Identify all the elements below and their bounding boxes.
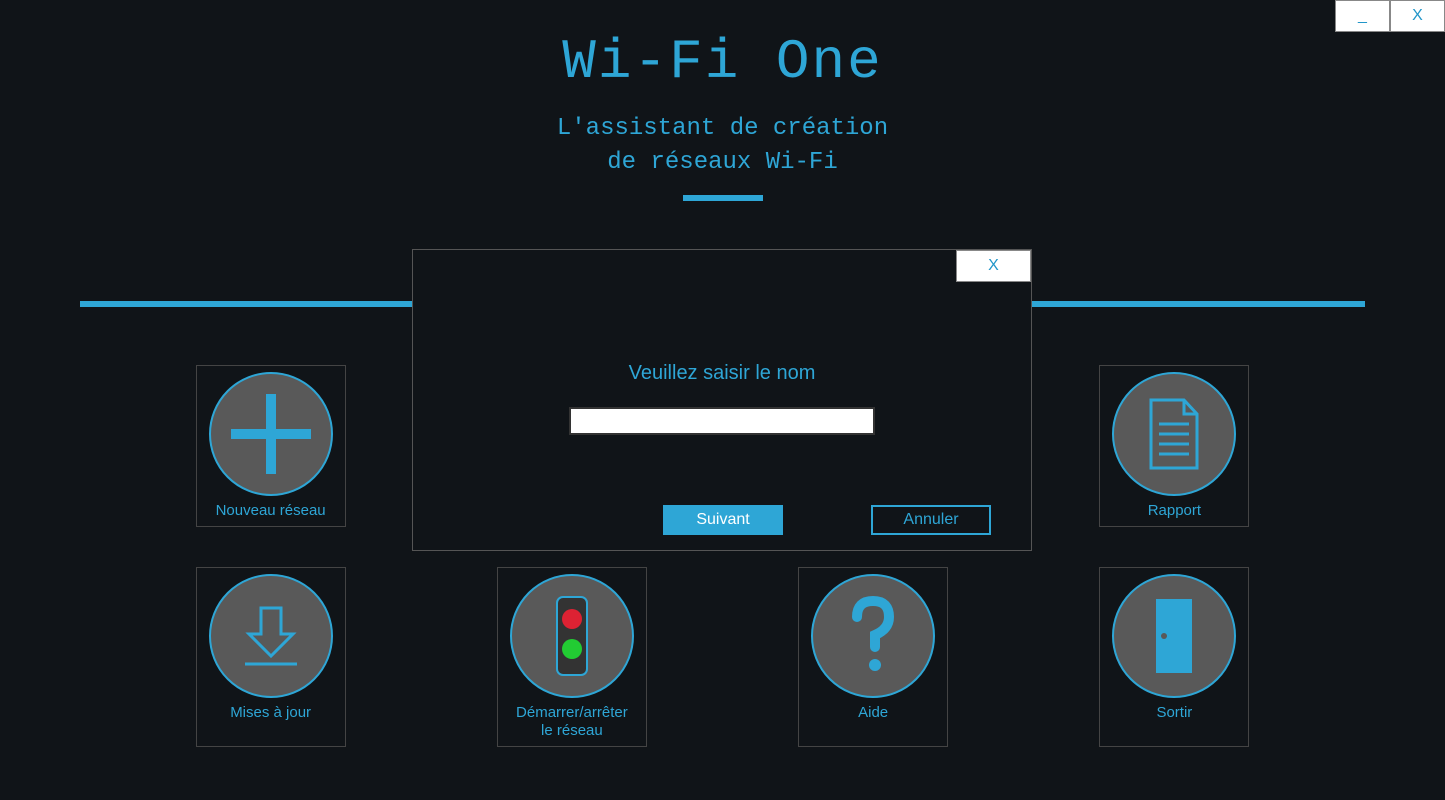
card-report[interactable]: Rapport	[1099, 365, 1249, 527]
document-icon	[1112, 372, 1236, 496]
name-dialog: X Veuillez saisir le nom Suivant Annuler	[412, 249, 1032, 551]
traffic-light-icon	[510, 574, 634, 698]
minimize-button[interactable]: _	[1335, 0, 1390, 32]
question-icon	[811, 574, 935, 698]
subtitle-line-2: de réseaux Wi-Fi	[607, 149, 837, 176]
cancel-button[interactable]: Annuler	[871, 505, 991, 535]
app-subtitle: L'assistant de création de réseaux Wi-Fi	[0, 112, 1445, 179]
card-label: Aide	[858, 704, 888, 722]
door-icon	[1112, 574, 1236, 698]
dialog-prompt: Veuillez saisir le nom	[413, 362, 1031, 385]
card-label: Nouveau réseau	[216, 502, 326, 520]
dialog-button-row: Suivant Annuler	[413, 505, 1031, 535]
card-new-network[interactable]: Nouveau réseau	[196, 365, 346, 527]
card-exit[interactable]: Sortir	[1099, 567, 1249, 747]
subtitle-line-1: L'assistant de création	[557, 115, 888, 142]
card-start-stop[interactable]: Démarrer/arrêter le réseau	[497, 567, 647, 747]
card-help[interactable]: Aide	[798, 567, 948, 747]
window-close-button[interactable]: X	[1390, 0, 1445, 32]
next-button[interactable]: Suivant	[663, 505, 783, 535]
card-label: Rapport	[1148, 502, 1201, 520]
name-input[interactable]	[569, 407, 875, 435]
plus-icon	[209, 372, 333, 496]
download-icon	[209, 574, 333, 698]
card-label: Mises à jour	[230, 704, 311, 722]
title-underline	[683, 195, 763, 201]
card-updates[interactable]: Mises à jour	[196, 567, 346, 747]
card-label: Démarrer/arrêter le réseau	[516, 704, 628, 740]
app-title: Wi-Fi One	[0, 0, 1445, 94]
card-label: Sortir	[1156, 704, 1192, 722]
window-controls: _ X	[1335, 0, 1445, 32]
dialog-close-button[interactable]: X	[956, 250, 1031, 282]
